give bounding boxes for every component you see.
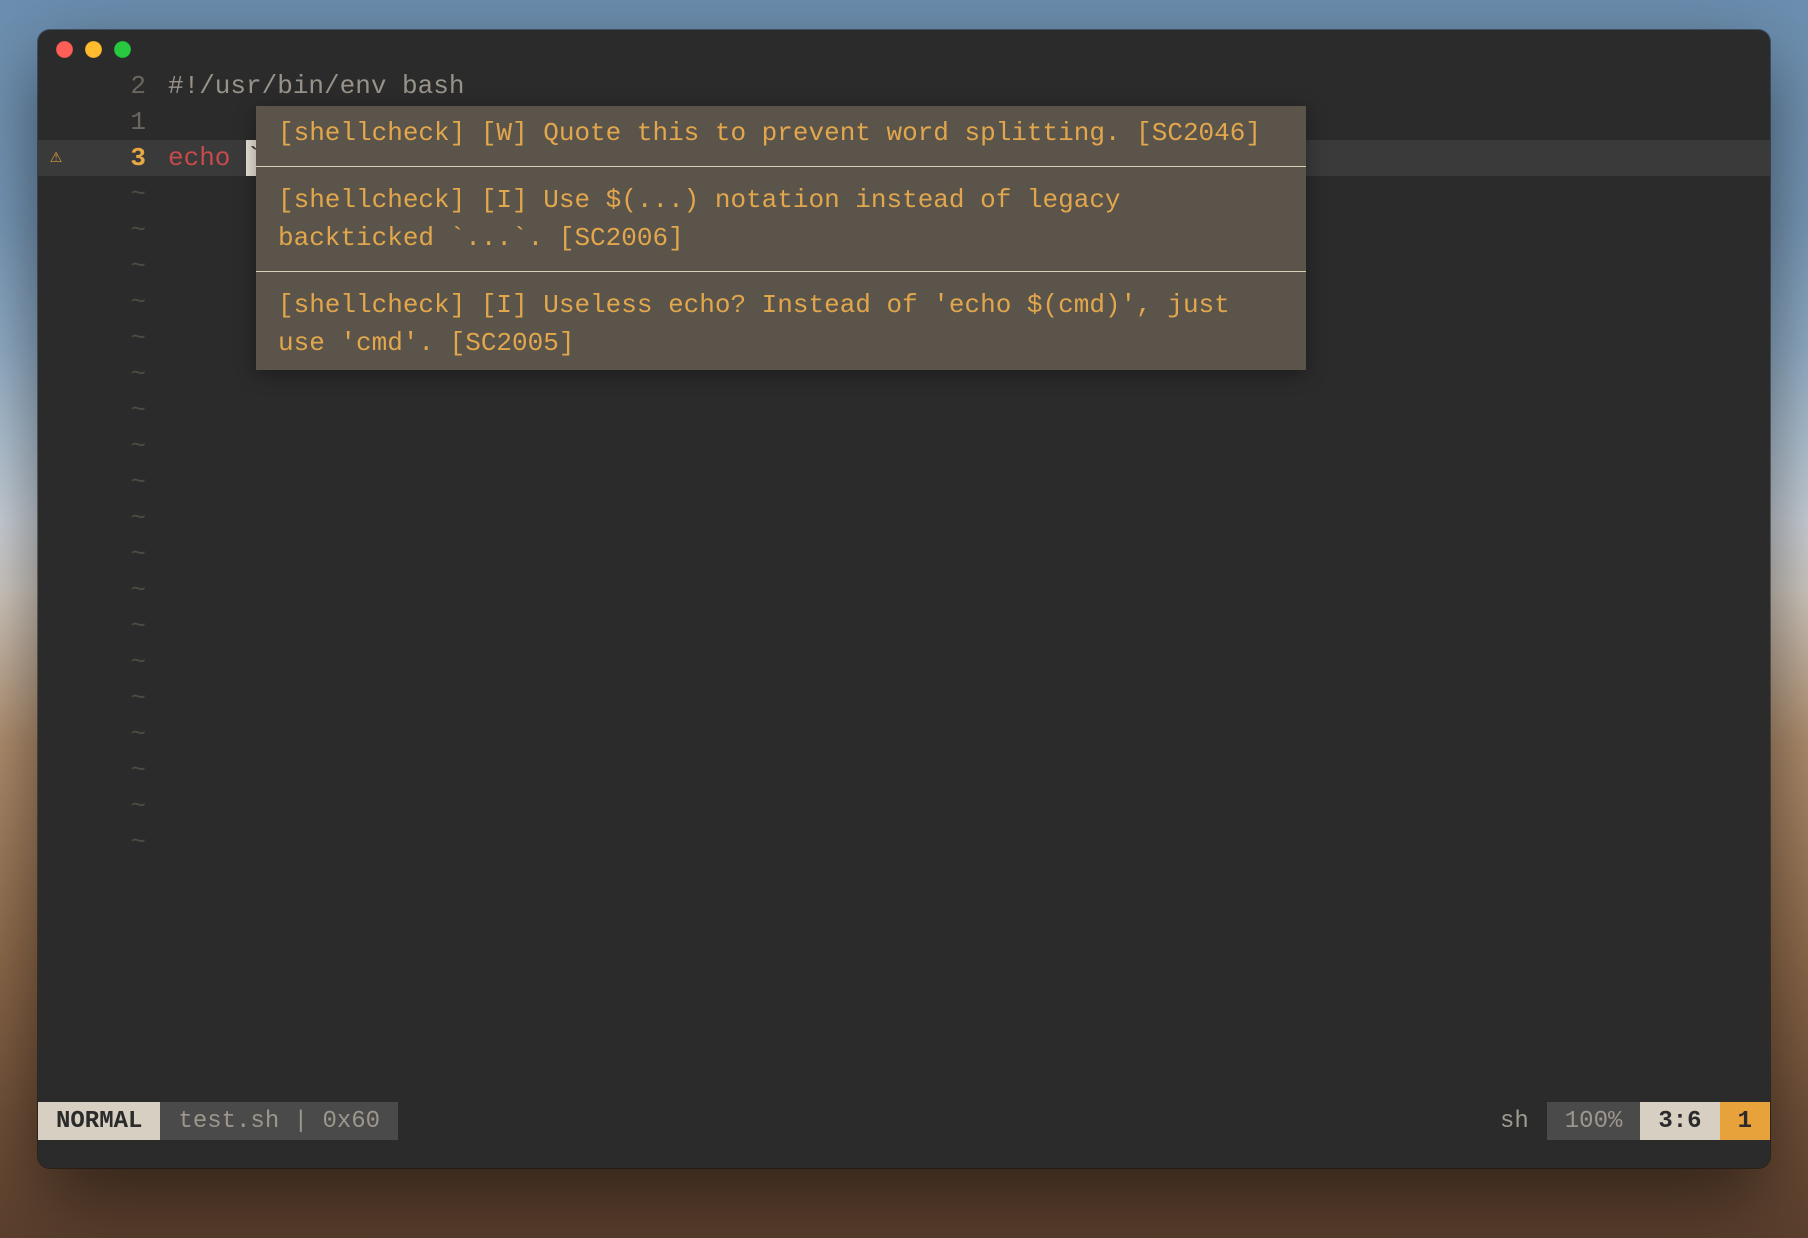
gutter-empty-tilde: ~ <box>38 824 156 860</box>
statusbar-spacer <box>398 1102 1482 1140</box>
gutter-empty-tilde: ~ <box>38 536 156 572</box>
code-line[interactable]: #!/usr/bin/env bash <box>156 68 1770 104</box>
diagnostic-item[interactable]: [shellcheck] [I] Useless echo? Instead o… <box>256 278 1306 370</box>
gutter-empty-tilde: ~ <box>38 608 156 644</box>
gutter-empty-tilde: ~ <box>38 572 156 608</box>
gutter-empty-tilde: ~ <box>38 788 156 824</box>
gutter-line: 2 <box>38 68 156 104</box>
line-number-gutter: 2 1 ⚠ 3 ~~~~~~~~~~~~~~~~~~~ <box>38 68 156 1102</box>
diagnostics-float: [shellcheck] [W] Quote this to prevent w… <box>256 106 1306 370</box>
command-line-area[interactable] <box>38 1140 1770 1168</box>
gutter-empty-tilde: ~ <box>38 248 156 284</box>
relative-line-number: 1 <box>130 104 146 140</box>
gutter-empty-tilde: ~ <box>38 500 156 536</box>
gutter-empty-tilde: ~ <box>38 752 156 788</box>
file-segment: test.sh | 0x60 <box>160 1102 398 1140</box>
window-close-button[interactable] <box>56 41 73 58</box>
cursor-position-segment: 3:6 <box>1640 1102 1719 1140</box>
mode-indicator: NORMAL <box>38 1102 160 1140</box>
window-minimize-button[interactable] <box>85 41 102 58</box>
scroll-percent-segment: 100% <box>1547 1102 1641 1140</box>
gutter-empty-tilde: ~ <box>38 356 156 392</box>
desktop-background: 2 1 ⚠ 3 ~~~~~~~~~~~~~~~~~~~ #!/usr/bin/e… <box>0 0 1808 1238</box>
gutter-empty-tilde: ~ <box>38 320 156 356</box>
absolute-line-number: 3 <box>130 140 146 176</box>
echo-keyword: echo <box>168 140 246 176</box>
gutter-empty-tilde: ~ <box>38 428 156 464</box>
gutter-empty-tilde: ~ <box>38 284 156 320</box>
shebang-text: #!/usr/bin/env bash <box>168 68 464 104</box>
gutter-empty-tilde: ~ <box>38 212 156 248</box>
editor-viewport[interactable]: 2 1 ⚠ 3 ~~~~~~~~~~~~~~~~~~~ #!/usr/bin/e… <box>38 68 1770 1102</box>
gutter-line-current: ⚠ 3 <box>38 140 156 176</box>
warning-icon: ⚠ <box>50 148 62 168</box>
diagnostic-item[interactable]: [shellcheck] [I] Use $(...) notation ins… <box>256 173 1306 265</box>
lint-count-segment: 1 <box>1720 1102 1770 1140</box>
gutter-line: 1 <box>38 104 156 140</box>
relative-line-number: 2 <box>130 68 146 104</box>
window-titlebar <box>38 30 1770 68</box>
diagnostic-item[interactable]: [shellcheck] [W] Quote this to prevent w… <box>256 106 1306 160</box>
gutter-empty-tilde: ~ <box>38 716 156 752</box>
terminal-window: 2 1 ⚠ 3 ~~~~~~~~~~~~~~~~~~~ #!/usr/bin/e… <box>38 30 1770 1168</box>
gutter-empty-tilde: ~ <box>38 680 156 716</box>
status-bar: NORMAL test.sh | 0x60 sh 100% 3:6 1 <box>38 1102 1770 1140</box>
diagnostic-divider <box>256 166 1306 167</box>
window-maximize-button[interactable] <box>114 41 131 58</box>
gutter-empty-tilde: ~ <box>38 464 156 500</box>
gutter-empty-tilde: ~ <box>38 644 156 680</box>
filetype-segment: sh <box>1482 1102 1547 1140</box>
gutter-empty-tilde: ~ <box>38 176 156 212</box>
diagnostic-divider <box>256 271 1306 272</box>
code-area[interactable]: #!/usr/bin/env bash echo `ls -al` [shell… <box>156 68 1770 1102</box>
gutter-empty-tilde: ~ <box>38 392 156 428</box>
